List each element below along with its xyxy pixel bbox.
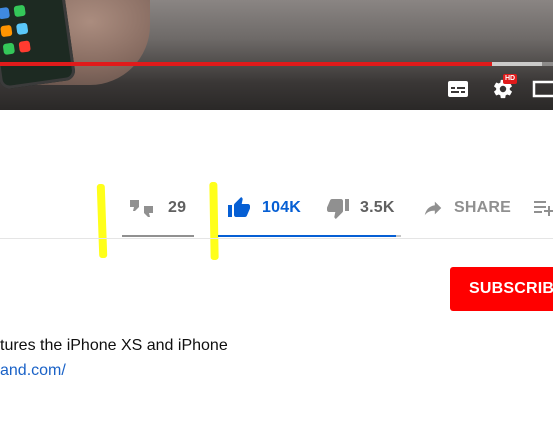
- video-frame-phone: [0, 0, 77, 90]
- like-count: 104K: [262, 199, 302, 216]
- progress-bar[interactable]: [0, 62, 553, 66]
- hd-badge: HD: [503, 74, 518, 84]
- video-actions-row: 29 104K 3.5K SHARE: [0, 180, 553, 261]
- video-player[interactable]: HD: [0, 0, 553, 110]
- description-link[interactable]: and.com/: [0, 362, 66, 380]
- thumbs-down-icon: [327, 199, 349, 219]
- dislike-button[interactable]: 3.5K: [326, 180, 398, 236]
- share-arrow-icon: [424, 201, 442, 216]
- theater-mode-icon: [532, 80, 553, 98]
- subscribe-button[interactable]: SUBSCRIBE: [450, 267, 553, 311]
- subtitles-icon: [448, 81, 468, 97]
- dislike-count: 3.5K: [360, 199, 395, 216]
- thumbs-down-icon: [130, 200, 153, 217]
- share-label: SHARE: [454, 199, 512, 216]
- progress-buffered: [492, 62, 542, 66]
- like-button[interactable]: 104K: [226, 180, 306, 236]
- description-text: tures the iPhone XS and iPhone: [0, 337, 228, 354]
- yellow-highlight-mark-right: [209, 181, 219, 261]
- progress-played: [0, 62, 493, 66]
- share-button[interactable]: SHARE: [422, 180, 512, 236]
- dislike-alt-count: 29: [168, 199, 187, 216]
- thumbs-up-icon: [228, 197, 250, 217]
- add-to-playlist-icon: [534, 201, 553, 216]
- dislike-alt-underline: [122, 235, 194, 237]
- yellow-highlight-mark-left: [96, 183, 108, 259]
- theater-mode-button[interactable]: [530, 77, 553, 101]
- dislike-alt-button[interactable]: 29: [128, 180, 194, 236]
- subtitles-button[interactable]: [446, 77, 470, 101]
- section-divider: [0, 238, 553, 239]
- settings-button[interactable]: HD: [490, 74, 518, 101]
- save-to-playlist-button[interactable]: [532, 180, 553, 236]
